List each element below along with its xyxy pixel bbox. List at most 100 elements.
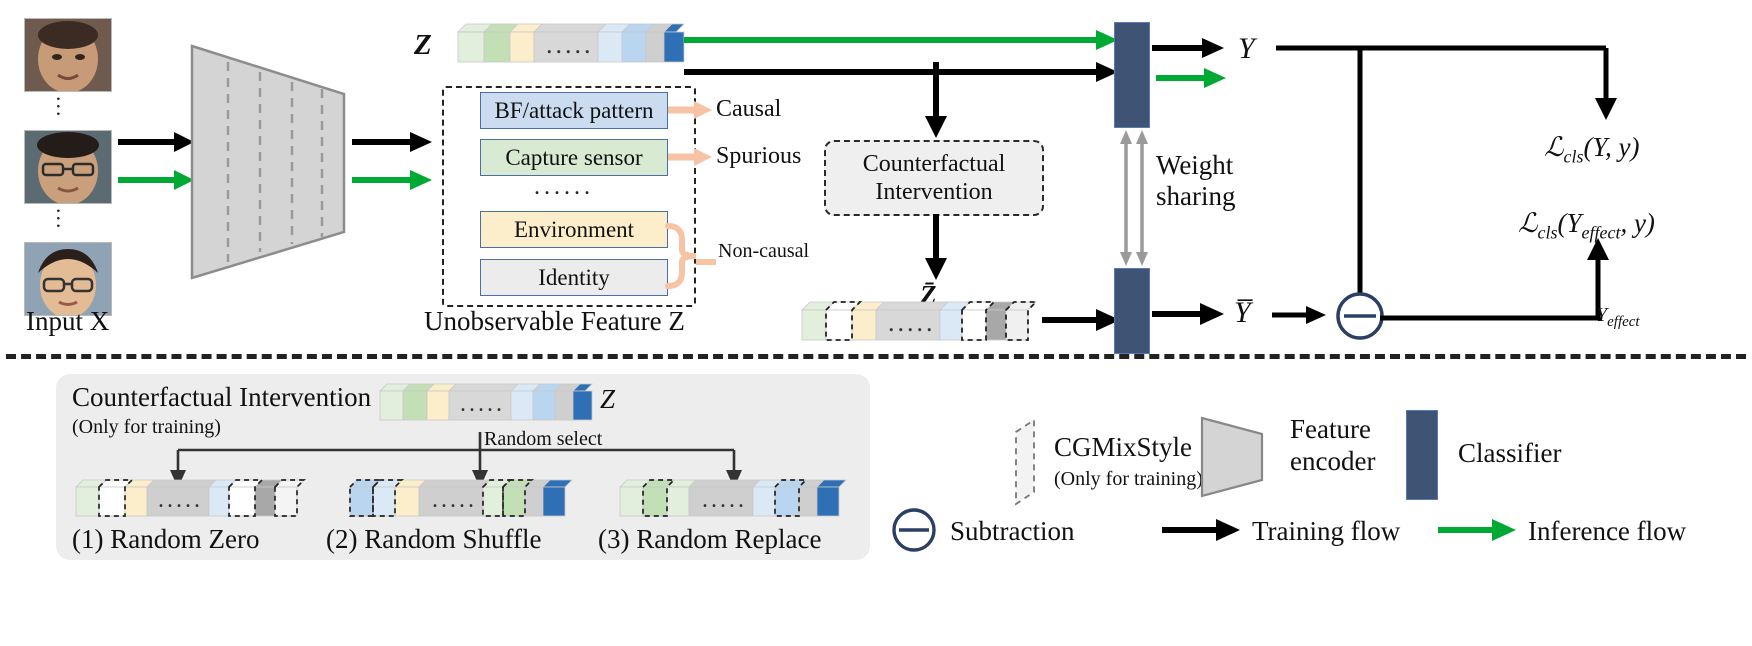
subtraction-legend-icon [892, 508, 936, 552]
face-illustration-2 [25, 131, 111, 203]
variant-strip-random-zero: ..... [75, 479, 318, 517]
input-to-encoder-arrows [118, 132, 194, 190]
input-label-text: Input X [26, 306, 110, 336]
tag-causal: Causal [716, 96, 782, 122]
weight-sharing-label: Weight sharing [1156, 150, 1235, 212]
input-face-image-2 [24, 130, 112, 204]
classifier-top-output-arrows [1152, 38, 1226, 88]
loss-args: (Y, y) [1583, 132, 1640, 162]
input-label: Input X [26, 306, 109, 337]
arrowhead-black-down [925, 258, 947, 280]
feature-box-ellipsis: ...... [534, 174, 594, 200]
output-y-bar-label: Y̅ [1234, 296, 1251, 329]
y-effect-label: Yeffect [1596, 304, 1640, 331]
legend-training-flow-label: Training flow [1252, 516, 1401, 546]
y-effect-base: Y [1596, 304, 1608, 326]
feature-row-environment[interactable]: Environment [480, 211, 668, 248]
weight-sharing-arrows [1120, 130, 1148, 266]
encoder-to-feature-arrows [352, 132, 432, 190]
section-divider [6, 354, 1746, 359]
feature-symbol-z: Z [414, 29, 432, 61]
feature-row-label: BF/attack pattern [494, 97, 654, 123]
feature-row-identity[interactable]: Identity [480, 259, 668, 296]
variant-strip-random-shuffle: ..... [349, 479, 592, 517]
non-causal-brace [665, 223, 716, 289]
feature-row-label: Identity [538, 264, 610, 290]
input-ellipsis-top: ... [52, 96, 77, 119]
feature-row-label: Environment [513, 216, 635, 242]
z-to-classifier-flows [684, 30, 1118, 82]
legend-inference-flow-label: Inference flow [1528, 516, 1687, 546]
loss-args-pre: (Y [1557, 208, 1582, 238]
classifier-legend-icon [1406, 410, 1438, 500]
face-illustration-1 [25, 19, 111, 91]
loss-args-post: , y) [1620, 208, 1655, 238]
loss-symbol: ℒ [1544, 132, 1564, 162]
feature-strip-z-bar: ..... [801, 301, 1039, 341]
caption-text: Unobservable Feature Z [424, 306, 685, 336]
zbar-strip-ellipsis: ..... [888, 308, 936, 337]
legend-classifier-label: Classifier [1458, 438, 1562, 468]
tag-spurious: Spurious [716, 143, 802, 169]
arrowhead-black-down [925, 116, 947, 138]
arrowhead-black [1216, 519, 1240, 541]
variant-strip-random-replace: ..... [619, 479, 862, 517]
loss-symbol: ℒ [1518, 208, 1538, 238]
random-select-label: Random select [484, 428, 603, 450]
panel-strip-ellipsis: ..... [460, 391, 505, 417]
y-effect-subscript: effect [1607, 314, 1640, 330]
feature-strip-z: ..... [457, 23, 685, 63]
input-face-image-1 [24, 18, 112, 92]
classifier-top[interactable] [1114, 22, 1150, 128]
panel-title: Counterfactual Intervention [72, 382, 372, 412]
arrowhead-black [410, 132, 432, 152]
arrowhead-green [410, 170, 432, 190]
variant1-strip-ellipsis: ..... [158, 487, 203, 513]
counterfactual-line-1: Counterfactual [862, 150, 1006, 177]
feature-strip-ellipsis: ..... [546, 30, 594, 59]
feature-encoder-legend-icon [1200, 416, 1264, 498]
inference-flow-legend-icon [1438, 519, 1516, 541]
variant2-strip-ellipsis: ..... [432, 487, 477, 513]
arrowhead-black-down [1595, 98, 1617, 120]
legend-cgmixstyle-title: CGMixStyle [1054, 432, 1193, 462]
input-face-image-3 [24, 242, 112, 316]
panel-feature-symbol-z: Z [600, 384, 616, 414]
zbar-to-classifier-arrow [1042, 309, 1120, 331]
arrowhead-green [1204, 68, 1226, 88]
face-illustration-3 [25, 243, 111, 315]
panel-feature-strip-z: ..... [379, 383, 593, 421]
output-y-label: Y [1238, 32, 1255, 65]
causal-tag-arrow [668, 101, 712, 119]
feature-row-bf-attack-pattern[interactable]: BF/attack pattern [480, 92, 668, 129]
tag-non-causal: Non-causal [718, 240, 810, 262]
variant-label-random-replace: (3) Random Replace [598, 524, 822, 554]
loss-cls-y: ℒcls(Y, y) [1544, 132, 1639, 167]
weight-sharing-line-2: sharing [1156, 181, 1236, 212]
variant-label-random-zero: (1) Random Zero [72, 524, 260, 554]
classifier-bottom-output-arrow [1152, 303, 1224, 325]
loss-subscript: cls [1563, 146, 1584, 167]
counterfactual-intervention-box[interactable]: Counterfactual Intervention [824, 140, 1044, 216]
arrowhead-green [1492, 519, 1516, 541]
cgmixstyle-legend-icon [1015, 418, 1035, 506]
legend-cgmixstyle-subtitle: (Only for training) [1054, 468, 1203, 490]
counterfactual-to-zbar-arrow [925, 214, 947, 280]
spurious-tag-arrow [668, 148, 712, 166]
arrowhead-black [1202, 38, 1224, 58]
arrowhead-black [1200, 303, 1224, 325]
legend-feature-encoder-label: Feature encoder [1290, 414, 1375, 478]
classifier-bottom[interactable] [1114, 268, 1150, 354]
arrowhead-black-up [1587, 238, 1609, 260]
legend-feature-encoder-line-2: encoder [1290, 445, 1376, 476]
legend-feature-encoder-line-1: Feature [1290, 414, 1371, 444]
unobservable-feature-caption: Unobservable Feature Z [424, 306, 685, 337]
feature-row-capture-sensor[interactable]: Capture sensor [480, 139, 668, 176]
input-ellipsis-bottom: ... [52, 208, 77, 231]
branch-to-counterfactual-arrow [925, 62, 947, 138]
legend-subtraction-label: Subtraction [950, 516, 1075, 546]
counterfactual-line-2: Intervention [875, 179, 993, 205]
variant-label-random-shuffle: (2) Random Shuffle [326, 524, 542, 554]
weight-sharing-line-1: Weight [1156, 150, 1234, 180]
training-flow-legend-icon [1162, 519, 1240, 541]
